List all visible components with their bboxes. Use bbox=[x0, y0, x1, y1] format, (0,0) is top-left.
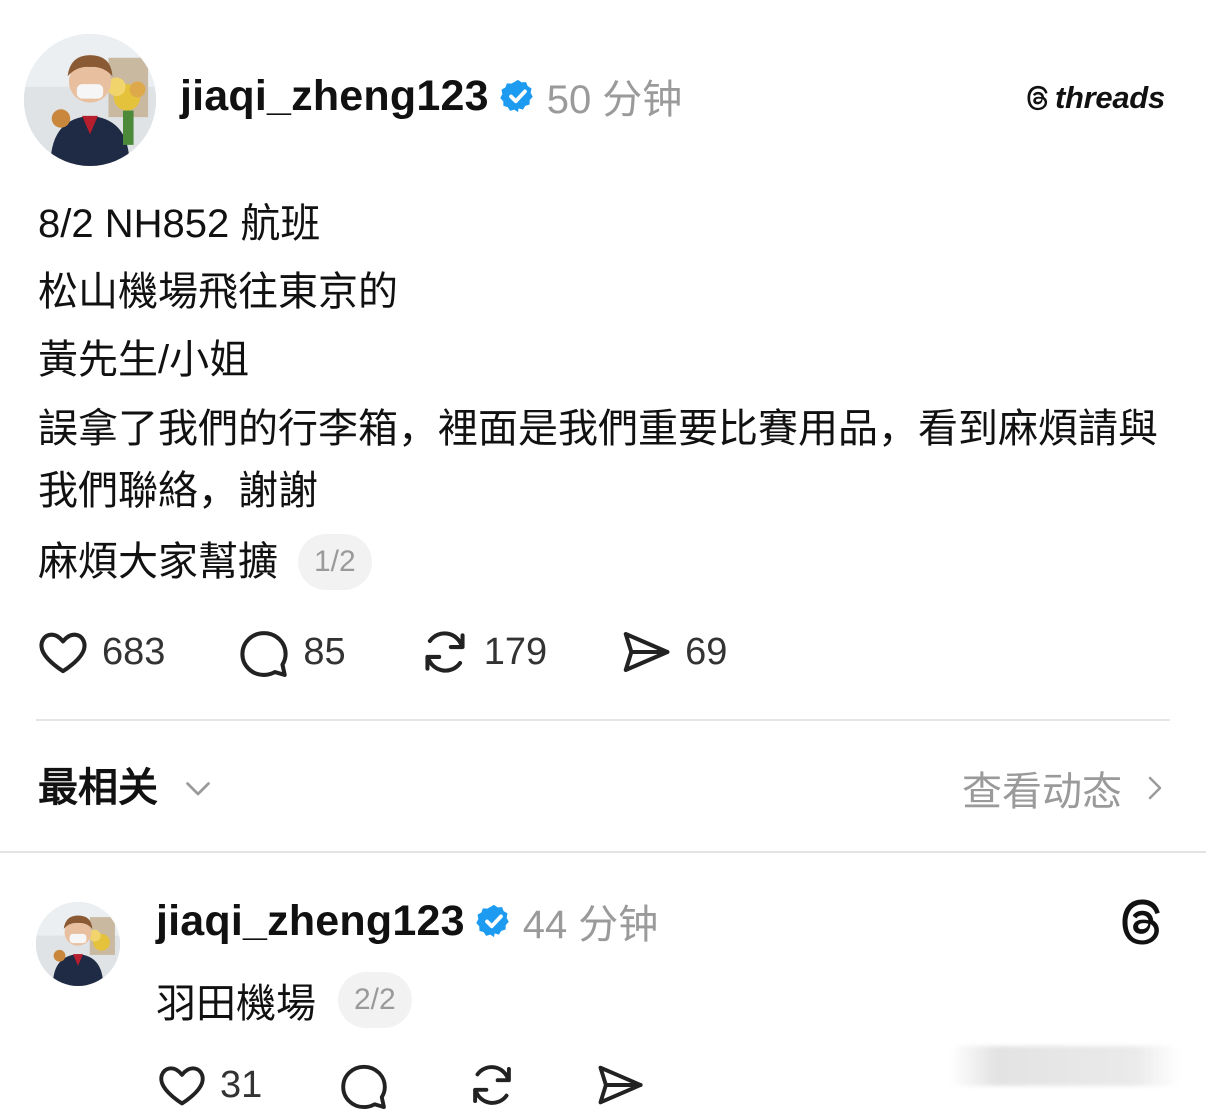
divider bbox=[36, 719, 1170, 721]
post-body: 8/2 NH852 航班 松山機場飛往東京的 黃先生/小姐 誤拿了我們的行李箱，… bbox=[38, 190, 1168, 592]
chevron-right-icon bbox=[1148, 776, 1162, 800]
threads-wordmark: threads bbox=[1055, 80, 1165, 115]
thread-page-indicator: 2/2 bbox=[338, 972, 412, 1028]
comment-button[interactable]: 85 bbox=[237, 625, 346, 679]
paper-plane-icon bbox=[598, 1065, 643, 1105]
post-timestamp: 50 分钟 bbox=[546, 78, 683, 122]
chevron-down-icon[interactable] bbox=[180, 770, 216, 806]
post-text-line: 松山機場飛往東京的 bbox=[38, 270, 398, 314]
divider bbox=[0, 851, 1206, 853]
heart-icon bbox=[39, 632, 87, 674]
speech-bubble-icon bbox=[341, 1064, 388, 1110]
repost-icon bbox=[425, 631, 465, 673]
reply-text: 羽田機場 bbox=[156, 982, 316, 1026]
avatar-image bbox=[24, 34, 156, 166]
post-text-last-line: 麻煩大家幫擴 1/2 bbox=[38, 532, 1168, 592]
view-activity-label: 查看动态 bbox=[962, 770, 1122, 814]
author-avatar[interactable] bbox=[24, 34, 156, 166]
reply-header: jiaqi_zheng123 44 分钟 bbox=[156, 893, 658, 949]
share-button[interactable]: 69 bbox=[619, 625, 727, 679]
paper-plane-icon bbox=[623, 631, 670, 673]
threads-brand: threads bbox=[1024, 78, 1165, 118]
share-count: 69 bbox=[685, 630, 728, 673]
reply-author-avatar[interactable] bbox=[36, 902, 120, 986]
verified-badge-icon bbox=[499, 77, 537, 115]
repost-count: 179 bbox=[483, 630, 548, 673]
like-button[interactable]: 683 bbox=[36, 625, 165, 679]
watermark-overlay bbox=[950, 1046, 1180, 1086]
post-text-line: 8/2 NH852 航班 bbox=[38, 202, 321, 246]
sort-dropdown-label[interactable]: 最相关 bbox=[38, 760, 158, 816]
reply-share-button[interactable] bbox=[594, 1059, 646, 1111]
threads-logo-icon[interactable] bbox=[1116, 896, 1168, 948]
reply-timestamp: 44 分钟 bbox=[522, 903, 659, 947]
reply-actions: 31 bbox=[156, 1055, 722, 1115]
view-activity-link[interactable]: 查看动态 bbox=[962, 760, 1170, 816]
thread-page-indicator: 1/2 bbox=[298, 534, 372, 590]
replies-sort-bar: 最相关 查看动态 bbox=[38, 760, 1170, 816]
reply-username[interactable]: jiaqi_zheng123 bbox=[156, 897, 465, 946]
reply-like-count: 31 bbox=[220, 1063, 263, 1106]
post-header: jiaqi_zheng123 50 分钟 bbox=[180, 66, 682, 126]
reply-body: 羽田機場 2/2 bbox=[156, 970, 412, 1030]
reply-like-button[interactable]: 31 bbox=[156, 1059, 262, 1111]
post-text-line: 誤拿了我們的行李箱，裡面是我們重要比賽用品，看到麻煩請與我們聯絡，謝謝 bbox=[38, 407, 1158, 513]
verified-badge-icon bbox=[475, 902, 513, 940]
repost-icon bbox=[473, 1065, 512, 1105]
like-count: 683 bbox=[102, 630, 166, 673]
speech-bubble-icon bbox=[240, 631, 289, 677]
post-actions: 683 85 179 69 bbox=[36, 622, 799, 682]
post-text-line: 黃先生/小姐 bbox=[38, 338, 250, 382]
reply-repost-button[interactable] bbox=[466, 1059, 518, 1111]
heart-icon bbox=[159, 1066, 205, 1106]
threads-logo-icon bbox=[1027, 85, 1048, 111]
author-username[interactable]: jiaqi_zheng123 bbox=[180, 72, 489, 121]
comment-count: 85 bbox=[303, 630, 346, 673]
repost-button[interactable]: 179 bbox=[418, 625, 547, 679]
post-text-line: 麻煩大家幫擴 bbox=[38, 540, 278, 584]
reply-comment-button[interactable] bbox=[338, 1059, 390, 1111]
avatar-image bbox=[36, 902, 120, 986]
